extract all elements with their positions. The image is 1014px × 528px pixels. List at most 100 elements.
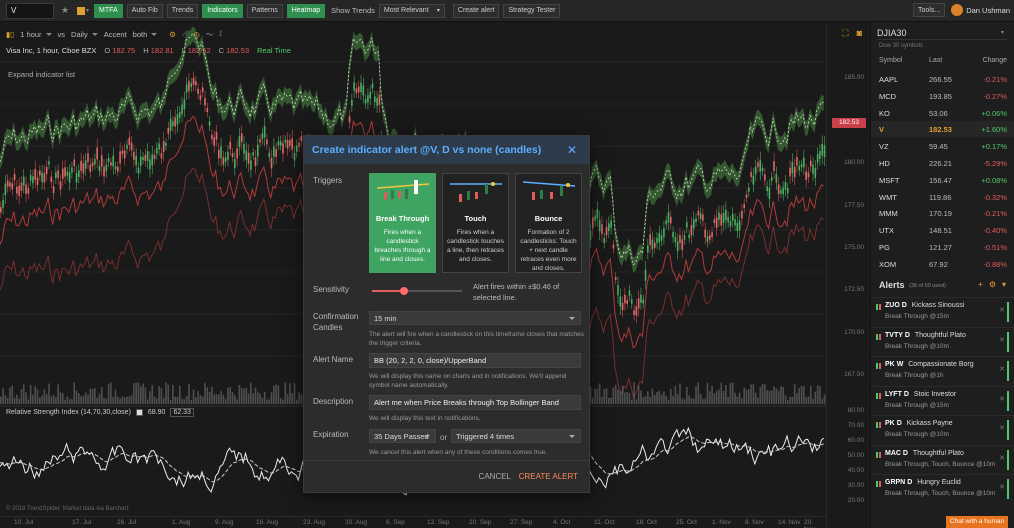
- watchlist-row[interactable]: KO 53.06 +0.06%: [871, 105, 1014, 121]
- candle-body: [378, 94, 381, 105]
- tools-button[interactable]: Tools...: [913, 3, 946, 17]
- clock-icon[interactable]: ◷: [193, 30, 200, 39]
- alert-item[interactable]: GRPN D Hungry Euclid Break Through, Touch…: [871, 474, 1014, 502]
- volume-bar: [165, 382, 167, 404]
- volume-bar: [185, 395, 188, 404]
- add-alert-icon[interactable]: +: [978, 280, 983, 289]
- chat-button[interactable]: Chat with a human: [946, 516, 1008, 528]
- alert-menu-icon[interactable]: ✕: [999, 336, 1005, 344]
- create-alert-button[interactable]: Create alert: [452, 3, 500, 18]
- volume-bar: [103, 398, 105, 404]
- alert-menu-icon[interactable]: ✕: [999, 454, 1005, 462]
- slider-thumb[interactable]: [400, 287, 408, 295]
- pin-icon[interactable]: ⟟: [219, 29, 222, 39]
- heatmap-button[interactable]: Heatmap: [286, 3, 326, 18]
- cancel-button[interactable]: CANCEL: [479, 472, 511, 481]
- trends-button[interactable]: Trends: [166, 3, 199, 18]
- price-axis[interactable]: 185.00 180.00 177.50 175.00 172.50 170.0…: [826, 22, 870, 528]
- sensitivity-text: Alert fires within ±$0.46 of selected li…: [473, 282, 560, 302]
- trend-line-icon[interactable]: ⟋: [182, 29, 187, 39]
- expand-indicator-link[interactable]: Expand indicator list: [8, 70, 75, 79]
- alert-menu-icon[interactable]: ✕: [999, 424, 1005, 432]
- patterns-button[interactable]: Patterns: [246, 3, 283, 18]
- auto-fib-button[interactable]: Auto Fib: [126, 3, 163, 18]
- alert-filter-icon[interactable]: ▾: [1002, 280, 1006, 289]
- draw-icon[interactable]: 〜: [206, 29, 214, 40]
- candle-body: [773, 161, 775, 172]
- watchlist-row[interactable]: VZ 59.45 +0.17%: [871, 138, 1014, 154]
- watchlist-row[interactable]: MCD 193.85 -0.27%: [871, 88, 1014, 104]
- candle-body: [789, 167, 791, 177]
- interval-select[interactable]: 1 hour: [20, 30, 52, 39]
- alert-menu-icon[interactable]: ✕: [999, 365, 1005, 373]
- volume-bar: [291, 393, 293, 404]
- alert-menu-icon[interactable]: ✕: [999, 395, 1005, 403]
- watchlist-row[interactable]: XOM 67.92 -0.88%: [871, 256, 1014, 272]
- settings-gear-icon[interactable]: ⚙: [169, 30, 176, 39]
- candle-body: [635, 306, 638, 316]
- watchlist-row[interactable]: PG 121.27 -0.51%: [871, 239, 1014, 255]
- volume-bar: [642, 397, 645, 404]
- alert-item[interactable]: ZUO D Kickass Sinoussi Break Through @15m…: [871, 297, 1014, 325]
- create-alert-confirm-button[interactable]: CREATE ALERT: [519, 472, 578, 481]
- strategy-tester-button[interactable]: Strategy Tester: [503, 3, 561, 18]
- avatar[interactable]: [951, 4, 964, 16]
- volume-bar: [6, 398, 9, 404]
- alert-menu-icon[interactable]: ✕: [999, 483, 1005, 491]
- legend-close: C 182.53: [218, 46, 250, 55]
- period-select[interactable]: Daily: [71, 30, 98, 39]
- show-trends-toggle[interactable]: Show Trends: [331, 6, 375, 15]
- indicators-button[interactable]: Indicators: [202, 3, 243, 18]
- date-axis[interactable]: 10. Jul 17. Jul 26. Jul 1. Aug 9. Aug 16…: [0, 516, 826, 528]
- alert-item[interactable]: PK W Compassionate Borg Break Through @1h…: [871, 356, 1014, 384]
- row-change: -0.40%: [983, 226, 1007, 236]
- chart-type-icon[interactable]: ▮▯: [6, 30, 14, 39]
- trigger-break-through[interactable]: Break Through Fires when a candlestick b…: [369, 173, 436, 273]
- alert-item[interactable]: MAC D Thoughtful Plato Break Through, Tou…: [871, 444, 1014, 473]
- alert-item[interactable]: LYFT D Stoic Investor Break Through @15m ✕: [871, 385, 1014, 414]
- symbol-input[interactable]: [6, 2, 54, 19]
- alert-name-label: Alert Name: [313, 355, 354, 364]
- color-picker-icon[interactable]: ▾: [76, 4, 90, 18]
- row-symbol: HD: [879, 159, 890, 168]
- mtfa-button[interactable]: MTFA: [94, 3, 123, 18]
- candle-body: [608, 223, 610, 232]
- watchlist-row[interactable]: MSFT 156.47 +0.08%: [871, 172, 1014, 188]
- candle-body: [729, 221, 732, 227]
- watchlist-select[interactable]: DJIA30 ▾: [877, 26, 1007, 40]
- alert-item[interactable]: TVTY D Thoughtful Plato Break Through @10…: [871, 326, 1014, 355]
- candle-body: [64, 167, 66, 177]
- accent-select[interactable]: both: [133, 30, 158, 39]
- expiration-select[interactable]: 35 Days Passed: [369, 429, 436, 443]
- triggered-select[interactable]: Triggered 4 times: [451, 429, 581, 443]
- watchlist-row[interactable]: UTX 148.51 -0.40%: [871, 222, 1014, 238]
- confirmation-select[interactable]: 15 min: [369, 311, 581, 325]
- trigger-touch[interactable]: Touch Fires when a candlestick touches a…: [442, 173, 509, 273]
- volume-bar: [759, 386, 762, 404]
- trigger-desc: Fires when a candlestick touches a line,…: [446, 229, 505, 263]
- watchlist-row[interactable]: HD 226.21 -5.29%: [871, 155, 1014, 171]
- star-icon[interactable]: ★: [58, 4, 72, 18]
- user-name[interactable]: Dan Ushman: [966, 6, 1010, 15]
- volume-bar: [4, 395, 7, 404]
- volume-bar: [84, 392, 87, 404]
- alert-menu-icon[interactable]: ✕: [999, 306, 1005, 314]
- watchlist-row[interactable]: V 182.53 +1.60%: [871, 121, 1014, 138]
- watchlist-row[interactable]: WMT 119.86 -0.32%: [871, 189, 1014, 205]
- sensitivity-slider[interactable]: [372, 287, 462, 295]
- touch-illustration: [449, 182, 502, 202]
- alert-item[interactable]: PK D Kickass Payne Break Through @10m ✕: [871, 415, 1014, 443]
- watchlist-row[interactable]: AAPL 266.55 -0.21%: [871, 71, 1014, 87]
- relevance-dropdown[interactable]: Most Relevant ▾: [378, 3, 445, 18]
- volume-bar: [123, 397, 126, 404]
- description-input[interactable]: [369, 395, 581, 410]
- trigger-bounce[interactable]: Bounce Formation of 2 candlesticks: Touc…: [515, 173, 582, 273]
- volume-bar: [259, 393, 261, 404]
- watchlist-row[interactable]: MMM 170.19 -0.21%: [871, 205, 1014, 221]
- close-icon[interactable]: ✕: [567, 143, 577, 157]
- alert-desc: Break Through, Touch, Bounce @10m: [885, 460, 996, 468]
- volume-bar: [75, 390, 78, 404]
- alert-settings-icon[interactable]: ⚙: [989, 280, 996, 289]
- candle-body: [713, 219, 716, 223]
- alert-name-input[interactable]: [369, 353, 581, 368]
